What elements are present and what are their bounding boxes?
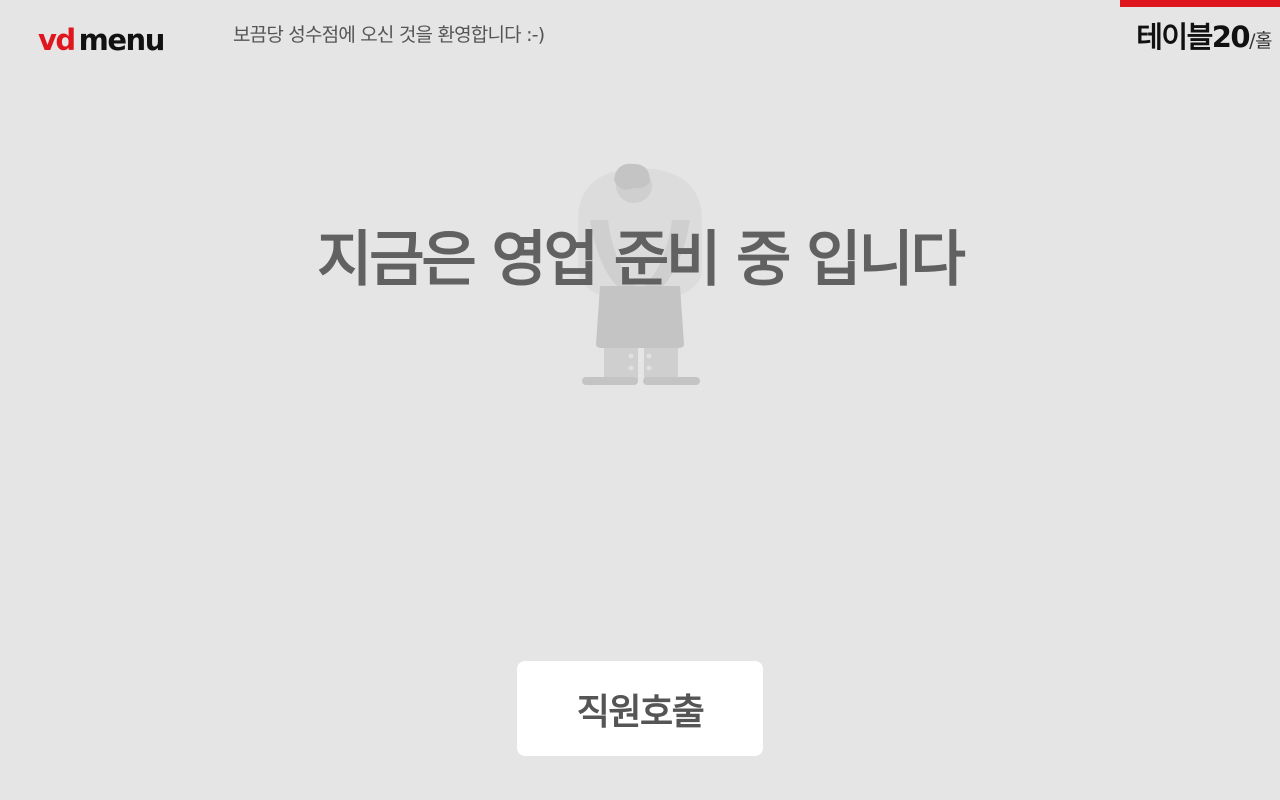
- table-indicator: 테이블20/홀: [1136, 17, 1272, 62]
- call-staff-label: 직원호출: [576, 691, 705, 733]
- logo-menu: menu: [78, 23, 166, 57]
- table-zone: /홀: [1249, 30, 1272, 52]
- logo-vd: vd: [38, 23, 76, 57]
- call-staff-button[interactable]: 직원호출: [517, 661, 763, 756]
- welcome-message: 보끔당 성수점에 오신 것을 환영합니다 :-): [233, 24, 545, 46]
- vdmenu-logo: vd menu: [38, 22, 166, 58]
- table-name: 테이블20: [1136, 20, 1250, 54]
- closed-screen: vdmenu 보끔당 성수점에 오신 것을 환영합니다 :-) 테이블20/홀: [0, 0, 1280, 800]
- preparing-message: 지금은 영업 준비 중 입니다: [317, 225, 966, 295]
- table-accent-bar: [1120, 0, 1280, 7]
